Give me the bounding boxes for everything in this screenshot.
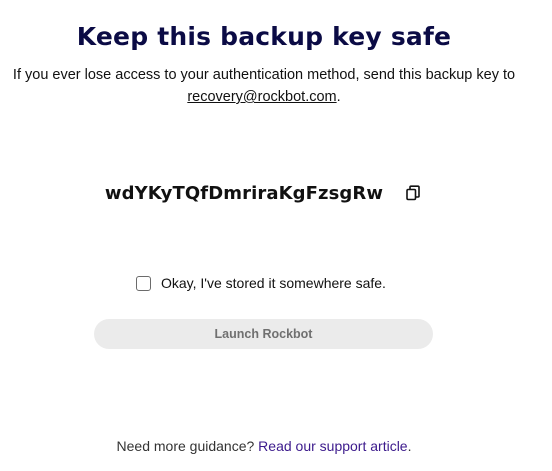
instructions-prefix: If you ever lose access to your authenti… bbox=[12, 67, 516, 83]
guidance-suffix: . bbox=[407, 438, 412, 454]
support-article-link[interactable]: Read our support article bbox=[258, 438, 407, 454]
instructions-suffix: . bbox=[336, 89, 341, 105]
copy-icon bbox=[406, 185, 420, 201]
backup-key-row: wdYKyTQfDmriraKgFzsgRw bbox=[0, 178, 528, 208]
launch-rockbot-button[interactable]: Launch Rockbot bbox=[94, 319, 433, 349]
guidance-prefix: Need more guidance? bbox=[116, 438, 255, 454]
recovery-email-link[interactable]: recovery@rockbot.com bbox=[187, 89, 336, 105]
page-title: Keep this backup key safe bbox=[76, 22, 452, 51]
guidance-text: Need more guidance? Read our support art… bbox=[0, 438, 528, 454]
confirm-stored-label[interactable]: Okay, I've stored it somewhere safe. bbox=[161, 275, 386, 291]
backup-key: wdYKyTQfDmriraKgFzsgRw bbox=[104, 182, 384, 204]
confirm-stored-checkbox[interactable] bbox=[136, 275, 151, 291]
copy-key-button[interactable] bbox=[403, 183, 423, 203]
instructions-text: If you ever lose access to your authenti… bbox=[0, 64, 528, 108]
confirm-stored-row[interactable]: Okay, I've stored it somewhere safe. bbox=[136, 275, 386, 291]
